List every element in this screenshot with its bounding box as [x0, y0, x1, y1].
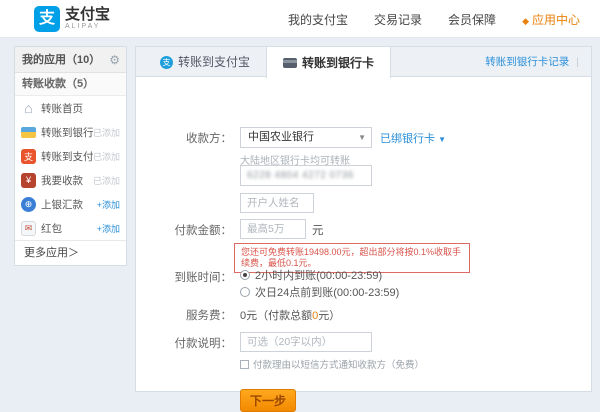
- amount-unit: 元: [312, 222, 324, 238]
- radio-unselected-icon: [240, 287, 250, 297]
- collect-money-icon: ¥: [21, 173, 36, 188]
- sidebar-item-transfer-to-bankcard[interactable]: 转账到银行卡 已添加: [15, 120, 126, 144]
- tab-transfer-to-bankcard[interactable]: 转账到银行卡: [266, 47, 391, 78]
- bankcard-transfer-history-link[interactable]: 转账到银行卡记录|: [485, 47, 579, 77]
- alipay-logo[interactable]: 支 支付宝 ALIPAY: [34, 6, 110, 32]
- payee-label: 收款方：: [136, 130, 232, 146]
- bank-card-icon: [21, 127, 36, 138]
- diamond-icon: ◆: [522, 16, 529, 26]
- bank-card-icon: [283, 58, 297, 68]
- arrival-option-nextday[interactable]: 次日24点前到账(00:00-23:59): [240, 284, 399, 300]
- top-header: 支 支付宝 ALIPAY 我的支付宝 交易记录 会员保障 ◆应用中心: [0, 0, 600, 38]
- globe-icon: ⊕: [21, 197, 36, 212]
- sidebar-item-transfer-home[interactable]: ⌂ 转账首页: [15, 96, 126, 120]
- memo-input[interactable]: [240, 332, 372, 352]
- sidebar: 我的应用（10） ⚙ 转账收款（5） ⌂ 转账首页 转账到银行卡 已添加 支 转…: [14, 46, 127, 266]
- main-panel: 支 转账到支付宝 转账到银行卡 转账到银行卡记录| 收款方： 中国农业银行 ▼ …: [135, 46, 592, 392]
- service-fee-label: 服务费：: [136, 307, 232, 323]
- amount-input[interactable]: [240, 219, 306, 239]
- arrival-option-2hours[interactable]: 2小时内到账(00:00-23:59): [240, 267, 382, 283]
- account-name-input[interactable]: [240, 193, 314, 213]
- nav-member-protection[interactable]: 会员保障: [448, 11, 496, 28]
- top-nav: 我的支付宝 交易记录 会员保障 ◆应用中心: [288, 0, 580, 38]
- nav-app-center[interactable]: ◆应用中心: [522, 11, 580, 28]
- envelope-icon: ✉: [21, 221, 36, 236]
- alipay-shield-icon: 支: [160, 56, 173, 69]
- chevron-down-icon: ▼: [438, 135, 446, 144]
- brand-subtitle: ALIPAY: [65, 22, 110, 31]
- nav-my-alipay[interactable]: 我的支付宝: [288, 11, 348, 28]
- home-icon: ⌂: [21, 101, 36, 116]
- service-fee-value: 0元（付款总额0元）: [240, 307, 340, 323]
- gear-icon[interactable]: ⚙: [109, 47, 120, 73]
- alipay-logo-icon: 支: [34, 6, 60, 32]
- bank-select[interactable]: 中国农业银行 ▼: [240, 127, 372, 148]
- add-badge[interactable]: +添加: [97, 222, 120, 235]
- memo-label: 付款说明：: [136, 335, 232, 351]
- added-badge: 已添加: [93, 174, 120, 187]
- sidebar-item-red-packet[interactable]: ✉ 红包 +添加: [15, 216, 126, 240]
- bound-cards-link[interactable]: 已绑银行卡 ▼: [380, 130, 446, 146]
- nav-transactions[interactable]: 交易记录: [374, 11, 422, 28]
- tab-transfer-to-alipay[interactable]: 支 转账到支付宝: [144, 47, 266, 77]
- sidebar-more-apps[interactable]: 更多应用＞: [15, 240, 126, 265]
- alipay-transfer-icon: 支: [21, 149, 36, 164]
- sidebar-section-transfer: 转账收款（5）: [15, 73, 126, 96]
- brand-name: 支付宝: [65, 7, 110, 22]
- sidebar-item-transfer-to-alipay[interactable]: 支 转账到支付宝 已添加: [15, 144, 126, 168]
- tab-bar: 支 转账到支付宝 转账到银行卡 转账到银行卡记录|: [136, 47, 591, 77]
- added-badge: 已添加: [93, 126, 120, 139]
- next-step-button[interactable]: 下一步: [240, 389, 296, 412]
- sidebar-item-remittance[interactable]: ⊕ 上银汇款 +添加: [15, 192, 126, 216]
- add-badge[interactable]: +添加: [97, 198, 120, 211]
- checkbox-icon: [240, 360, 249, 369]
- arrival-time-label: 到账时间：: [136, 269, 232, 285]
- chevron-down-icon: ▼: [358, 128, 366, 148]
- sidebar-my-apps-header: 我的应用（10） ⚙: [15, 47, 126, 73]
- sms-notify-checkbox[interactable]: 付款理由以短信方式通知收款方（免费）: [240, 357, 424, 371]
- added-badge: 已添加: [93, 150, 120, 163]
- divider: |: [576, 56, 579, 68]
- card-number-field[interactable]: 6228 4804 4272 0736 627: [240, 165, 372, 186]
- amount-label: 付款金额：: [136, 222, 232, 238]
- transfer-form: 收款方： 中国农业银行 ▼ 已绑银行卡 ▼ 大陆地区银行卡均可转账 6228 4…: [136, 77, 591, 392]
- radio-selected-icon: [240, 270, 250, 280]
- sidebar-item-request-money[interactable]: ¥ 我要收款 已添加: [15, 168, 126, 192]
